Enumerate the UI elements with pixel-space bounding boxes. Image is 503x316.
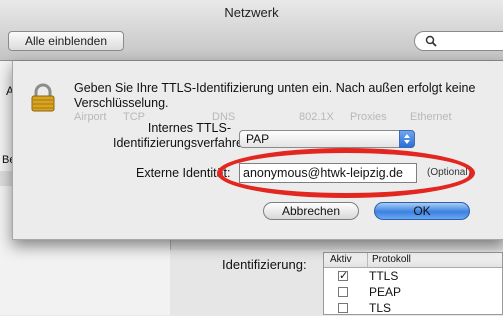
- ghost-tab-airport: Airport: [74, 111, 107, 123]
- inner-method-label: Internes TTLS-Identifizierungsverfahren:: [113, 121, 254, 150]
- ok-button[interactable]: OK: [374, 202, 470, 220]
- protocol-table: Aktiv Protokoll ✓ TTLS PEAP TLS: [323, 252, 503, 315]
- inner-method-value: PAP: [246, 132, 270, 146]
- window-title: Netzwerk: [224, 5, 279, 20]
- highlight-oval: [217, 148, 475, 198]
- active-checkbox[interactable]: [338, 287, 348, 297]
- table-header: Aktiv Protokoll: [324, 253, 502, 268]
- identification-label: Identifizierung:: [222, 257, 307, 272]
- column-header-active[interactable]: Aktiv: [330, 253, 352, 267]
- sheet-message: Geben Sie Ihre TTLS-Identifizierung unte…: [74, 81, 476, 110]
- active-checkbox[interactable]: [338, 303, 348, 313]
- show-all-button[interactable]: Alle einblenden: [8, 31, 124, 51]
- table-row[interactable]: ✓ TTLS: [324, 268, 502, 284]
- ghost-tab-proxies: Proxies: [350, 111, 387, 123]
- table-row[interactable]: TLS: [324, 300, 502, 316]
- column-header-protocol[interactable]: Protokoll: [367, 253, 411, 267]
- inner-method-popup[interactable]: PAP: [239, 130, 415, 148]
- ghost-tab-ethernet: Ethernet: [410, 111, 452, 123]
- search-field[interactable]: [414, 31, 503, 51]
- table-row[interactable]: PEAP: [324, 284, 502, 300]
- cancel-button[interactable]: Abbrechen: [263, 202, 359, 220]
- ghost-tab-8021x: 802.1X: [299, 111, 334, 123]
- lock-icon: [31, 83, 55, 112]
- popup-arrows-icon: [399, 130, 415, 148]
- protocol-name: TTLS: [369, 269, 399, 283]
- active-checkbox[interactable]: ✓: [338, 271, 348, 282]
- search-icon: [425, 35, 437, 47]
- protocol-name: PEAP: [369, 285, 402, 299]
- window-titlebar: Netzwerk Alle einblenden: [0, 0, 503, 61]
- protocol-name: TLS: [369, 301, 392, 315]
